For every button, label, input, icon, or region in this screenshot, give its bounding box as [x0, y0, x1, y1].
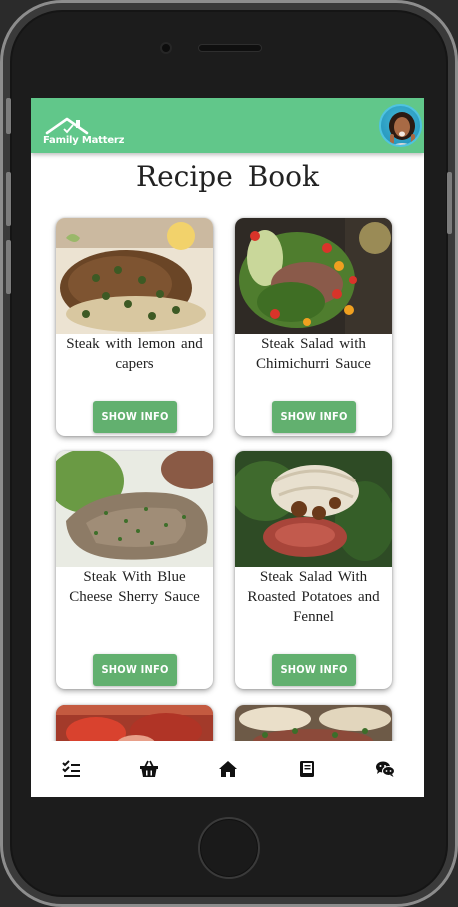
show-info-button[interactable]: SHOW INFO — [93, 654, 177, 686]
basket-icon[interactable] — [139, 759, 159, 779]
recipe-image — [56, 451, 213, 567]
recipe-card: Steak with lemon and capers SHOW INFO — [56, 218, 213, 436]
volume-up-button — [6, 172, 11, 226]
checklist-icon[interactable] — [61, 759, 81, 779]
recipe-card: Steak With Blue Cheese Sherry Sauce SHOW… — [56, 451, 213, 689]
chat-icon[interactable] — [375, 759, 395, 779]
front-camera — [160, 42, 172, 54]
app-header: Family Matterz — [31, 98, 424, 153]
home-icon[interactable] — [218, 759, 238, 779]
earpiece-speaker — [198, 44, 262, 52]
recipe-title: Steak With Blue Cheese Sherry Sauce — [69, 569, 200, 605]
recipe-title: Steak with lemon and capers — [66, 336, 203, 372]
recipe-title: Steak Salad with Chimichurri Sauce — [256, 336, 371, 372]
bottom-navigation — [31, 741, 424, 797]
show-info-button[interactable]: SHOW INFO — [272, 654, 356, 686]
book-icon[interactable] — [297, 759, 317, 779]
recipe-image — [235, 451, 392, 567]
power-button — [447, 172, 452, 234]
recipe-card: Steak Salad With Roasted Potatoes and Fe… — [235, 451, 392, 689]
recipe-title: Steak Salad With Roasted Potatoes and Fe… — [247, 569, 380, 625]
recipe-image — [56, 218, 213, 334]
show-info-button[interactable]: SHOW INFO — [93, 401, 177, 433]
page-title: Recipe Book — [136, 160, 319, 193]
recipe-card: Steak Salad with Chimichurri Sauce SHOW … — [235, 218, 392, 436]
logo-text: Family Matterz — [43, 135, 125, 146]
mute-switch — [6, 98, 11, 134]
home-hardware-button[interactable] — [198, 817, 260, 879]
show-info-button[interactable]: SHOW INFO — [272, 401, 356, 433]
avatar[interactable] — [379, 104, 422, 147]
app-logo[interactable]: Family Matterz — [39, 116, 139, 150]
app-screen: Family Matterz Recipe Book Steak with le… — [31, 98, 424, 797]
volume-down-button — [6, 240, 11, 294]
recipe-image — [235, 218, 392, 334]
